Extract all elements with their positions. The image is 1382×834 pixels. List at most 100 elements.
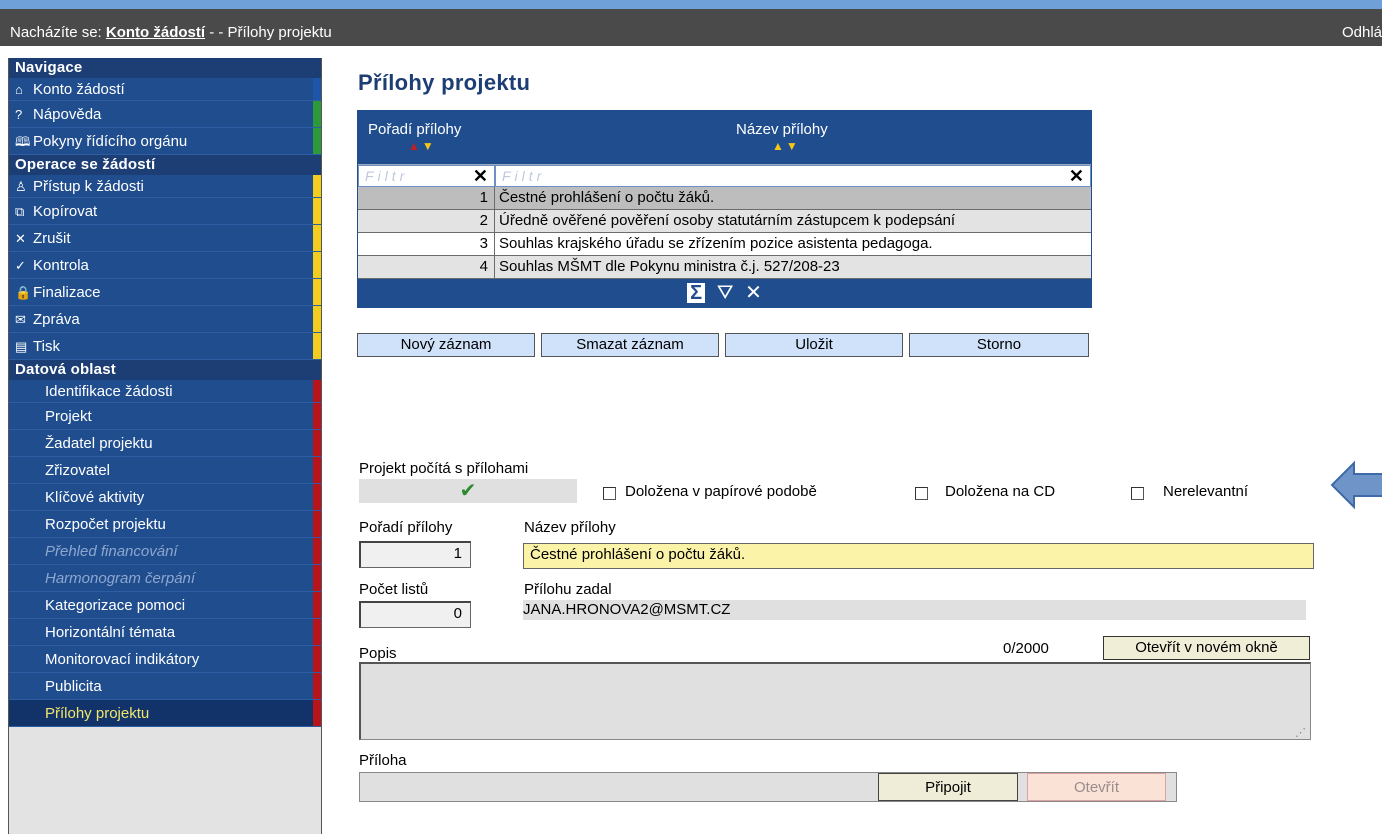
attachments-grid: Pořadí přílohy ▲▼ Název přílohy ▲▼ Filtr… [357,110,1092,308]
sidebar-item-label: Klíčové aktivity [45,489,145,506]
sidebar-item-key-activities[interactable]: Klíčové aktivity [9,484,321,511]
cd-label: Doložena na CD [945,483,1056,500]
sidebar-item-identification[interactable]: Identifikace žádosti [9,380,321,403]
sort-arrows-order[interactable]: ▲▼ [408,139,436,153]
cell-name: Souhlas MŠMT dle Pokynu ministra č.j. 52… [499,258,840,275]
sidebar-item-finalize[interactable]: 🔒 Finalizace [9,279,321,306]
delete-record-button[interactable]: Smazat záznam [541,333,719,357]
description-counter: 0/2000 [1003,640,1049,657]
sort-down-icon[interactable]: ▼ [786,139,800,153]
status-bar [313,538,321,564]
column-header-order[interactable]: Pořadí přílohy [368,121,461,138]
check-icon: ✓ [15,258,26,273]
new-record-button[interactable]: Nový záznam [357,333,535,357]
sidebar-item-label: Přílohy projektu [45,705,150,722]
sidebar-item-konto[interactable]: ⌂ Konto žádostí [9,78,321,101]
logout-link[interactable]: Odhlá [1342,24,1382,41]
sort-down-icon[interactable]: ▼ [422,139,436,153]
table-row[interactable]: 4 Souhlas MŠMT dle Pokynu ministra č.j. 5… [358,256,1091,279]
help-icon: ? [15,107,23,122]
grid-header: Pořadí přílohy ▲▼ Název přílohy ▲▼ [358,111,1091,164]
filter-icon[interactable]: ⛛ [717,279,734,307]
sum-icon[interactable]: Σ [687,283,706,303]
sort-arrows-name[interactable]: ▲▼ [772,139,800,153]
status-bar [313,592,321,618]
book-icon: 🕮 [15,134,31,149]
sidebar-item-publicity[interactable]: Publicita [9,673,321,700]
sidebar-item-label: Přehled financování [45,543,178,560]
sidebar: Navigace ⌂ Konto žádostí ? Nápověda 🕮 Pokyn… [8,58,322,834]
filter-name-input[interactable]: Filtr ✕ [495,165,1091,187]
attach-button[interactable]: Připojit [878,773,1018,801]
order-field[interactable]: 1 [359,541,471,568]
sidebar-item-horizontal-topics[interactable]: Horizontální témata [9,619,321,646]
sidebar-item-print[interactable]: ▤ Tisk [9,333,321,360]
sidebar-item-label: Monitorovací indikátory [45,651,200,668]
table-row[interactable]: 3 Souhlas krajského úřadu se zřízením poz… [358,233,1091,256]
description-textarea[interactable]: ⋰ [359,662,1311,740]
envelope-icon: ✉ [15,312,26,327]
clear-filter-icon[interactable]: ✕ [1069,166,1084,186]
sidebar-item-cancel[interactable]: ✕ Zrušit [9,225,321,252]
sidebar-item-label: Finalizace [33,284,101,301]
status-bar [313,565,321,591]
sidebar-item-indicators[interactable]: Monitorovací indikátory [9,646,321,673]
filter-placeholder: Filtr [365,168,409,184]
sidebar-item-schedule: Harmonogram čerpání [9,565,321,592]
clear-filter-icon[interactable]: ✕ [473,166,488,186]
breadcrumb-link-konto[interactable]: Konto žádostí [106,24,205,41]
description-label: Popis [359,645,397,662]
open-attachment-button: Otevřít [1027,773,1166,801]
cancel-button[interactable]: Storno [909,333,1089,357]
sidebar-item-label: Zrušit [33,230,71,247]
status-bar [313,673,321,699]
status-bar [313,198,321,224]
sidebar-item-financing: Přehled financování [9,538,321,565]
sidebar-item-categorization[interactable]: Kategorizace pomoci [9,592,321,619]
filter-order-input[interactable]: Filtr ✕ [358,165,495,187]
open-in-new-window-button[interactable]: Otevřít v novém okně [1103,636,1310,660]
sidebar-item-copy[interactable]: ⧉ Kopírovat [9,198,321,225]
clear-icon[interactable]: ✕ [745,279,762,307]
sheets-field[interactable]: 0 [359,601,471,628]
cell-name: Souhlas krajského úřadu se zřízením pozi… [499,235,933,252]
table-row[interactable]: 2 Úředně ověřené pověření osoby statutárn… [358,210,1091,233]
entered-by-field: JANA.HRONOVA2@MSMT.CZ [523,600,1306,620]
sidebar-item-guidelines[interactable]: 🕮 Pokyny řídícího orgánu [9,128,321,155]
status-bar [313,175,321,197]
sidebar-item-applicant[interactable]: Žadatel projektu [9,430,321,457]
user-icon: ♙ [15,179,27,194]
sidebar-item-help[interactable]: ? Nápověda [9,101,321,128]
paper-checkbox[interactable] [603,487,616,500]
status-bar [313,484,321,510]
sort-up-icon[interactable]: ▲ [772,139,786,153]
column-header-name[interactable]: Název přílohy [736,121,828,138]
name-field[interactable]: Čestné prohlášení o počtu žáků. [523,543,1314,569]
resize-grip-icon[interactable]: ⋰ [1295,726,1306,739]
sidebar-item-label: Kontrola [33,257,89,274]
sidebar-item-attachments[interactable]: Přílohy projektu [9,700,321,727]
sidebar-item-label: Publicita [45,678,102,695]
status-bar [313,78,321,100]
sidebar-item-check[interactable]: ✓ Kontrola [9,252,321,279]
sidebar-item-founder[interactable]: Zřizovatel [9,457,321,484]
lock-icon: 🔒 [15,285,32,300]
sidebar-item-label: Konto žádostí [33,81,125,98]
irrelevant-checkbox[interactable] [1131,487,1144,500]
status-bar [313,279,321,305]
cd-checkbox[interactable] [915,487,928,500]
status-bar [313,430,321,456]
copy-icon: ⧉ [15,204,25,219]
sidebar-item-project[interactable]: Projekt [9,403,321,430]
sidebar-item-budget[interactable]: Rozpočet projektu [9,511,321,538]
sort-up-icon[interactable]: ▲ [408,139,422,153]
sidebar-item-access[interactable]: ♙ Přístup k žádosti [9,175,321,198]
status-bar [313,225,321,251]
project-counts-field: ✔ [359,479,577,503]
sidebar-item-label: Rozpočet projektu [45,516,166,533]
sidebar-item-message[interactable]: ✉ Zpráva [9,306,321,333]
sidebar-item-label: Přístup k žádosti [33,178,144,195]
save-button[interactable]: Uložit [725,333,903,357]
table-row[interactable]: 1 Čestné prohlášení o počtu žáků. [358,187,1091,210]
sidebar-item-label: Pokyny řídícího orgánu [33,133,188,150]
